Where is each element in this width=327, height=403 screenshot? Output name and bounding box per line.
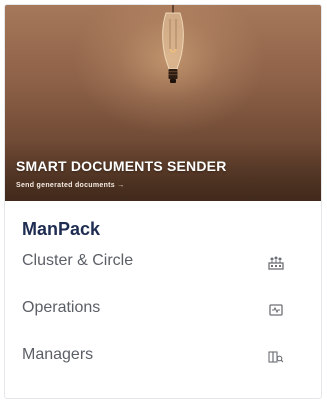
menu-item-operations[interactable]: Operations — [5, 293, 321, 327]
menu-item-label: Cluster & Circle — [22, 252, 134, 269]
light-bulb-image — [162, 5, 184, 83]
hero-title: SMART DOCUMENTS SENDER — [16, 158, 227, 174]
menu-item-label: Managers — [22, 346, 94, 363]
operations-monitor-icon — [268, 302, 284, 318]
hero-banner[interactable]: SMART DOCUMENTS SENDER Send generated do… — [5, 5, 321, 201]
app-name: ManPack — [22, 219, 101, 239]
hero-subtitle-link[interactable]: Send generated documents → — [16, 182, 125, 189]
menu-item-label: Operations — [22, 299, 101, 316]
menu-item-managers[interactable]: Managers — [5, 340, 321, 374]
menu-item-cluster-circle[interactable]: Cluster & Circle — [5, 246, 321, 280]
managers-search-icon — [268, 349, 284, 365]
cluster-icon — [268, 255, 284, 271]
app-card: SMART DOCUMENTS SENDER Send generated do… — [4, 4, 322, 399]
